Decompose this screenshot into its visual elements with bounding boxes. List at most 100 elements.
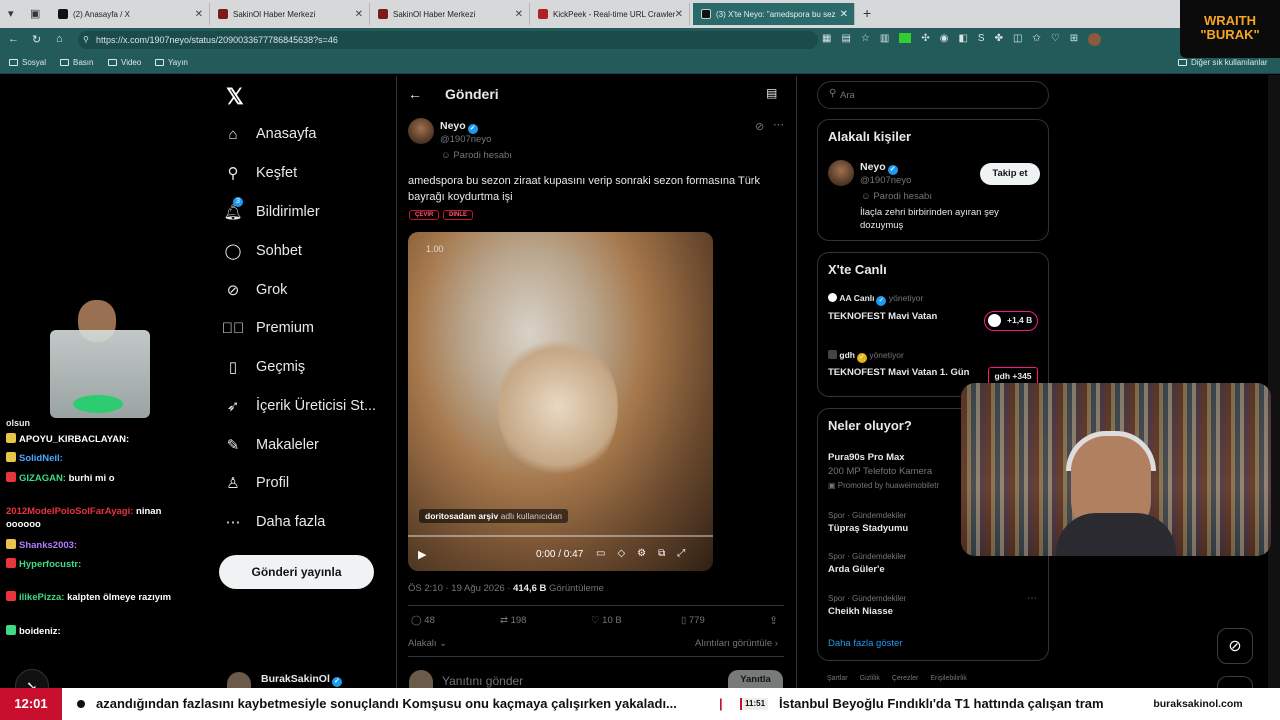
listen-button[interactable]: DİNLE	[443, 210, 473, 220]
bookmark-folder[interactable]: Sosyal	[9, 58, 46, 67]
sort-relevant[interactable]: Alakalı ⌄	[408, 638, 447, 649]
tab-sakinol-2[interactable]: SakinOl Haber Merkezi ✕	[370, 3, 530, 25]
nav-grok[interactable]: ⊘ Grok	[224, 276, 288, 304]
extension-icon[interactable]: ◉	[940, 33, 949, 47]
search-input[interactable]: ⚲ Ara	[817, 81, 1049, 109]
nav-more[interactable]: ⋯ Daha fazla	[224, 508, 326, 536]
video-credit[interactable]: doritosadam arşiv adlı kullanıcıdan	[419, 509, 569, 523]
live-listeners[interactable]: +1,4 B	[984, 311, 1038, 331]
favorites-icon[interactable]: ✩	[1032, 33, 1040, 47]
video-progress-bar[interactable]	[408, 535, 713, 537]
bookmark-action[interactable]: ▯ 779	[681, 615, 705, 626]
nav-explore[interactable]: ⚲ Keşfet	[224, 159, 298, 187]
collections-icon[interactable]: ⊞	[1070, 33, 1078, 47]
settings-icon[interactable]: ⚙	[637, 548, 646, 559]
translate-button[interactable]: ÇEVİR	[409, 210, 440, 220]
reload-icon[interactable]: ↻	[32, 33, 41, 46]
playback-speed[interactable]: 1.00	[426, 244, 444, 254]
person-avatar[interactable]	[828, 160, 854, 186]
url-field[interactable]: ⚲ https://x.com/1907neyo/status/20900336…	[78, 31, 818, 49]
post-button[interactable]: Gönderi yayınla	[219, 555, 374, 589]
close-tab-icon[interactable]: ✕	[195, 9, 203, 20]
tab-home[interactable]: (2) Anasayfa / X ✕	[50, 3, 210, 25]
author-handle[interactable]: @1907neyo	[440, 134, 491, 145]
follow-button[interactable]: Takip et	[980, 163, 1040, 185]
pip-icon[interactable]: ⧉	[658, 548, 665, 559]
grok-explain-icon[interactable]: ⊘	[755, 120, 764, 133]
trend-more-icon[interactable]: ⋯	[1027, 593, 1037, 604]
live-host[interactable]: AA Canlı ✓ yönetiyor	[828, 293, 923, 306]
bookmark-folder[interactable]: Video	[108, 58, 141, 67]
nav-articles[interactable]: ✎ Makaleler	[224, 431, 319, 459]
close-tab-icon[interactable]: ✕	[839, 8, 848, 20]
close-tab-icon[interactable]: ✕	[355, 9, 363, 20]
show-more-link[interactable]: Daha fazla göster	[828, 638, 902, 649]
home-browser-icon[interactable]: ⌂	[56, 33, 63, 45]
trend-name[interactable]: Cheikh Niasse	[828, 606, 893, 617]
play-icon[interactable]: ▶	[418, 548, 426, 561]
author-avatar[interactable]	[408, 118, 434, 144]
trend-name[interactable]: Arda Güler'e	[828, 564, 885, 575]
person-name[interactable]: Neyo ✓	[860, 161, 898, 175]
star-icon[interactable]: ☆	[861, 33, 870, 47]
nav-chat[interactable]: ◯ Sohbet	[224, 237, 302, 265]
post-video[interactable]: 1.00 doritosadam arşiv adlı kullanıcıdan…	[408, 232, 713, 571]
promo-title[interactable]: Pura90s Pro Max	[828, 452, 905, 463]
close-tab-icon[interactable]: ✕	[674, 8, 683, 20]
extension-green-icon[interactable]	[899, 33, 912, 43]
tab-active-post[interactable]: (3) X'te Neyo: "amedspora bu sez ✕	[693, 3, 855, 25]
scrollbar[interactable]	[1268, 75, 1280, 688]
nav-creator-studio[interactable]: ➶ İçerik Üreticisi St...	[224, 392, 376, 420]
bookmark-folder[interactable]: Yayın	[155, 58, 188, 67]
reply-action[interactable]: ◯ 48	[411, 615, 435, 626]
split-icon[interactable]: ◫	[1013, 33, 1022, 47]
fullscreen-icon[interactable]: ⤢	[677, 548, 685, 559]
bookmark-folder[interactable]: Basın	[60, 58, 93, 67]
nav-premium[interactable]: ✓⃝ Premium	[222, 314, 314, 342]
post-more-icon[interactable]: ⋯	[773, 118, 784, 131]
site-info-icon[interactable]: ⚲	[83, 31, 89, 49]
reply-button[interactable]: Yanıtla	[728, 670, 783, 688]
mute-icon[interactable]: ◇	[617, 548, 625, 559]
author-name[interactable]: Neyo ✓	[440, 120, 478, 134]
trend-name[interactable]: Tüpraş Stadyumu	[828, 523, 908, 534]
nav-bookmarks[interactable]: ▯ Geçmiş	[224, 353, 305, 381]
nav-profile[interactable]: ♙ Profil	[224, 469, 289, 497]
heart-icon[interactable]: ♡	[1051, 33, 1060, 47]
footer-link[interactable]: Şartlar	[827, 675, 848, 682]
share-icon[interactable]: ⇪	[769, 614, 778, 627]
profile-avatar[interactable]	[1088, 33, 1102, 46]
live-title[interactable]: TEKNOFEST Mavi Vatan	[828, 311, 937, 322]
close-tab-icon[interactable]: ✕	[515, 9, 523, 20]
captions-icon[interactable]: ▭	[596, 548, 605, 559]
new-tab-icon[interactable]: +	[863, 5, 871, 21]
puzzle-icon[interactable]: ✤	[995, 33, 1003, 47]
footer-link[interactable]: Çerezler	[892, 675, 918, 682]
tab-menu-icon[interactable]: ▾	[8, 7, 14, 20]
like-action[interactable]: ♡ 10 B	[591, 615, 622, 626]
nav-notifications[interactable]: 🔔︎ 3 Bildirimler	[223, 197, 320, 226]
live-host[interactable]: gdh ✓ yönetiyor	[828, 350, 904, 363]
translate-icon[interactable]: ▦	[822, 33, 831, 47]
view-quotes[interactable]: Alıntıları görüntüle ›	[695, 638, 778, 649]
workspaces-icon[interactable]: ▣	[30, 7, 40, 20]
extension-icon[interactable]: ✣	[921, 33, 929, 47]
repost-action[interactable]: ⇄ 198	[500, 615, 526, 626]
reader-icon[interactable]: ▤	[841, 33, 850, 47]
reader-view-icon[interactable]: ▤	[766, 86, 777, 100]
extension-icon[interactable]: ◧	[958, 33, 967, 47]
grok-float-button[interactable]: ⊘	[1217, 628, 1253, 664]
back-arrow-icon[interactable]: ←	[408, 86, 422, 102]
x-logo-icon[interactable]: 𝕏	[226, 84, 244, 110]
tab-sakinol-1[interactable]: SakinOl Haber Merkezi ✕	[210, 3, 370, 25]
extension-icon[interactable]: ▥	[880, 33, 889, 47]
live-title[interactable]: TEKNOFEST Mavi Vatan 1. Gün	[828, 367, 969, 378]
other-bookmarks[interactable]: Diğer sık kullanılanlar	[1178, 58, 1267, 67]
nav-home[interactable]: ⌂ Anasayfa	[224, 120, 316, 148]
back-icon[interactable]: ←	[8, 33, 19, 45]
reply-input[interactable]: Yanıtını gönder	[442, 674, 523, 688]
footer-link[interactable]: Gizlilik	[860, 675, 880, 682]
footer-link[interactable]: Erişilebilirlik	[930, 675, 967, 682]
account-name[interactable]: BurakSakinOl ✓	[261, 673, 342, 687]
tab-kickpeek[interactable]: KickPeek - Real-time URL Crawler ✕	[530, 3, 690, 25]
